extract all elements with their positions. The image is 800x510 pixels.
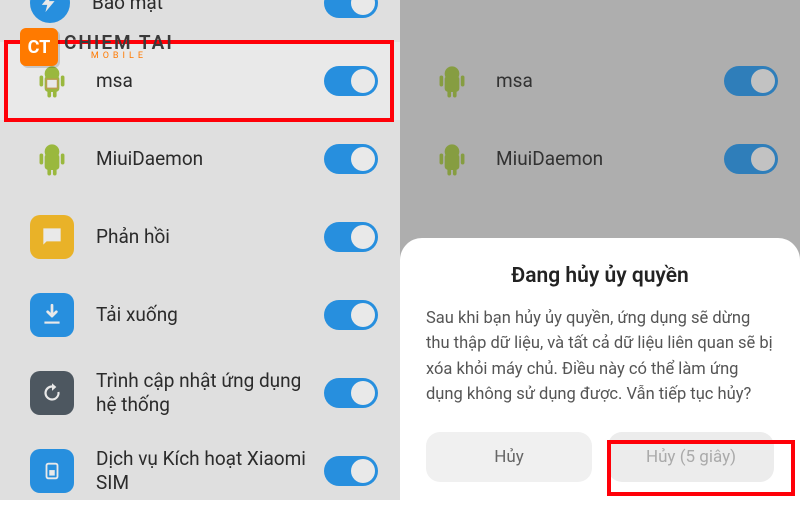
dialog-title: Đang hủy ủy quyền	[426, 264, 774, 288]
app-authorization-list: msa MiuiDaemon	[400, 0, 800, 198]
list-item[interactable]: Dịch vụ Kích hoạt Xiaomi SIM	[0, 432, 400, 510]
toggle-switch[interactable]	[324, 222, 378, 252]
app-label: msa	[96, 69, 324, 93]
app-label: msa	[496, 69, 724, 93]
cancel-button[interactable]: Hủy	[426, 432, 592, 482]
toggle-switch[interactable]	[324, 0, 378, 18]
watermark-main: CHIEM TAI	[64, 33, 174, 52]
toggle-switch[interactable]	[724, 66, 778, 96]
app-authorization-list: Bảo mật msa MiuiDaemon	[0, 0, 400, 510]
watermark-badge: CT	[20, 28, 58, 66]
revoke-authorization-dialog: Đang hủy ủy quyền Sau khi bạn hủy ủy quy…	[400, 238, 800, 500]
right-screenshot: msa MiuiDaemon Đang hủy ủy quyền Sau khi…	[400, 0, 800, 500]
list-item[interactable]: Trình cập nhật ứng dụng hệ thống	[0, 354, 400, 432]
toggle-switch[interactable]	[324, 300, 378, 330]
app-label: Dịch vụ Kích hoạt Xiaomi SIM	[96, 447, 324, 495]
list-item-msa[interactable]: msa	[400, 42, 800, 120]
confirm-countdown-button[interactable]: Hủy (5 giây)	[608, 432, 774, 482]
list-item[interactable]: MiuiDaemon	[400, 120, 800, 198]
app-label: Bảo mật	[92, 0, 324, 15]
list-item[interactable]: Phản hồi	[0, 198, 400, 276]
android-icon	[430, 137, 474, 181]
app-label: Phản hồi	[96, 225, 324, 249]
system-updater-icon	[30, 371, 74, 415]
dialog-body: Sau khi bạn hủy ủy quyền, ứng dụng sẽ dừ…	[426, 306, 774, 408]
app-label: Tải xuống	[96, 303, 324, 327]
list-item	[400, 0, 800, 42]
sim-icon	[30, 449, 74, 493]
list-item[interactable]: MiuiDaemon	[0, 120, 400, 198]
toggle-switch[interactable]	[324, 378, 378, 408]
app-label: Trình cập nhật ứng dụng hệ thống	[96, 369, 324, 417]
app-label: MiuiDaemon	[96, 147, 324, 171]
android-icon	[30, 137, 74, 181]
app-label: MiuiDaemon	[496, 147, 724, 171]
dialog-actions: Hủy Hủy (5 giây)	[426, 432, 774, 482]
android-icon	[430, 59, 474, 103]
toggle-switch[interactable]	[324, 144, 378, 174]
toggle-switch[interactable]	[724, 144, 778, 174]
toggle-switch[interactable]	[324, 66, 378, 96]
feedback-icon	[30, 215, 74, 259]
security-icon	[30, 0, 70, 23]
list-item[interactable]: Tải xuống	[0, 276, 400, 354]
download-icon	[30, 293, 74, 337]
left-screenshot: Bảo mật msa MiuiDaemon	[0, 0, 400, 500]
watermark-logo: CT CHIEM TAI MOBILE	[20, 28, 174, 66]
toggle-switch[interactable]	[324, 456, 378, 486]
